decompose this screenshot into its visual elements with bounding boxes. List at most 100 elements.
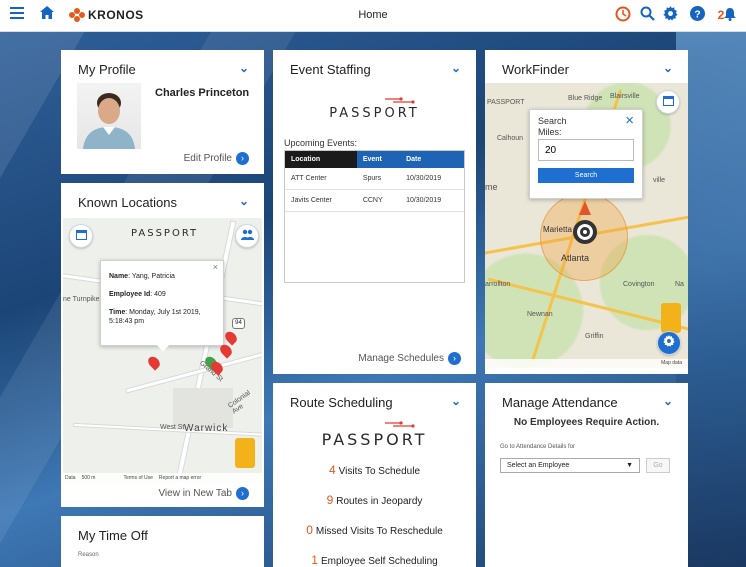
settings-button[interactable]	[657, 331, 681, 355]
close-icon[interactable]: ×	[213, 262, 218, 274]
chevron-down-icon[interactable]: ⌄	[451, 61, 461, 75]
notification-count: 2	[717, 8, 725, 22]
passport-logo-mark-icon	[385, 97, 415, 104]
manage-attendance-card: Manage Attendance ⌄ No Employees Require…	[485, 383, 688, 567]
miles-label: Miles:	[538, 127, 562, 137]
passport-logo: PASSPORT	[273, 420, 476, 449]
avatar	[77, 83, 141, 149]
map-pin[interactable]	[145, 354, 163, 371]
events-table: Location Event Date ATT Center Spurs 10/30/2…	[285, 151, 464, 212]
users-icon	[240, 229, 254, 240]
table-cell: 10/30/2019	[400, 168, 464, 190]
arrow-right-icon: ›	[236, 487, 249, 500]
popup-employee-value: 409	[154, 291, 166, 299]
map-label-blairsville: Blairsville	[610, 93, 640, 100]
passport-logo-mark-icon	[385, 421, 415, 428]
map-label-blue-ridge: Blue Ridge	[568, 95, 603, 102]
goto-attendance-label: Go to Attendance Details for	[500, 444, 576, 450]
map-label-carrollton: arrollton	[485, 281, 511, 288]
table-row[interactable]: Javits Center CCNY 10/30/2019	[285, 189, 464, 212]
events-column-header[interactable]: Event	[356, 151, 401, 168]
route-stat-item[interactable]: 1 Employee Self Scheduling	[273, 553, 476, 567]
route-stat-label: Missed Visits To Reschedule	[315, 526, 443, 537]
calendar-button[interactable]	[69, 224, 93, 248]
terms-of-use-link[interactable]: Terms of Use	[123, 475, 152, 481]
report-map-error-link[interactable]: Report a map error	[159, 475, 201, 481]
kronos-logo-icon	[69, 8, 85, 22]
arrow-right-icon: ›	[236, 152, 249, 165]
view-in-new-tab-label: View in New Tab	[158, 488, 232, 500]
target-icon[interactable]	[573, 220, 597, 244]
kronos-logo[interactable]: KRONOS	[69, 8, 144, 22]
chevron-down-icon[interactable]: ⌄	[451, 394, 461, 408]
street-view-pegman-icon[interactable]	[661, 303, 681, 333]
brand-name: KRONOS	[88, 8, 144, 22]
route-stat-count: 0	[306, 523, 313, 537]
table-row[interactable]: ATT Center Spurs 10/30/2019	[285, 168, 464, 190]
events-column-header[interactable]: Date	[400, 151, 464, 168]
route-stat-count: 9	[326, 493, 334, 507]
notifications-button[interactable]: 2	[713, 6, 741, 24]
location-marker-icon	[579, 201, 591, 215]
table-cell: ATT Center	[285, 168, 357, 190]
manage-schedules-label: Manage Schedules	[358, 353, 444, 365]
group-button[interactable]	[235, 224, 259, 248]
attendance-message: No Employees Require Action.	[513, 417, 660, 428]
search-button[interactable]: Search	[538, 168, 634, 183]
map-label-passport: PASSPORT	[487, 99, 525, 106]
route-stat-item[interactable]: 4 Visits To Schedule	[273, 463, 476, 493]
map-label-west-st: West St	[160, 424, 185, 431]
edit-profile-label: Edit Profile	[183, 153, 232, 165]
route-shield: 94	[232, 318, 245, 329]
my-time-off-title: My Time Off	[78, 528, 148, 543]
profile-name: Charles Princeton	[155, 87, 250, 99]
caret-down-icon: ▼	[626, 462, 633, 469]
chevron-down-icon[interactable]: ⌄	[663, 394, 673, 408]
street-view-pegman-icon[interactable]	[235, 438, 255, 468]
route-stat-label: Employee Self Scheduling	[320, 556, 438, 567]
upcoming-events-label: Upcoming Events:	[284, 138, 358, 148]
page-title: Home	[358, 9, 388, 21]
reason-label: Reason	[78, 552, 99, 558]
map-label-covington: Covington	[623, 281, 655, 288]
clock-alert-icon[interactable]	[614, 6, 632, 24]
route-stat-label: Visits To Schedule	[338, 466, 421, 477]
map-pin[interactable]	[222, 329, 240, 346]
home-icon[interactable]	[38, 6, 56, 24]
edit-profile-link[interactable]: Edit Profile ›	[184, 152, 249, 165]
employee-select-value: Select an Employee	[507, 462, 570, 469]
chevron-down-icon[interactable]: ⌄	[239, 61, 249, 75]
map-label-marietta: Marietta	[543, 225, 572, 234]
top-bar: KRONOS Home ? 2	[0, 0, 746, 32]
manage-schedules-link[interactable]: Manage Schedules ›	[358, 352, 461, 365]
calendar-icon	[75, 230, 87, 240]
map-data-label: Map data	[661, 360, 682, 366]
route-stat-item[interactable]: 9 Routes in Jeopardy	[273, 493, 476, 523]
go-button[interactable]: Go	[646, 458, 670, 473]
known-locations-map[interactable]: PASSPORT × Name: Yang, Patricia Employee…	[63, 218, 262, 483]
close-icon[interactable]: ×	[625, 112, 634, 129]
gear-icon[interactable]	[661, 6, 679, 24]
chevron-down-icon[interactable]: ⌄	[663, 61, 673, 75]
map-attribution: Data 500 m Terms of Use Report a map err…	[63, 473, 262, 483]
menu-icon[interactable]	[8, 6, 26, 24]
help-icon[interactable]: ?	[688, 6, 706, 24]
calendar-button[interactable]	[656, 90, 680, 114]
known-locations-card: Known Locations ⌄ PASSPORT × Name: Yang,…	[61, 183, 264, 507]
passport-logo: PASSPORT	[131, 228, 199, 239]
events-column-header[interactable]: Location	[285, 151, 357, 168]
calendar-icon	[662, 96, 674, 106]
search-icon[interactable]	[638, 6, 656, 24]
view-in-new-tab-link[interactable]: View in New Tab ›	[158, 487, 249, 500]
employee-select[interactable]: Select an Employee ▼	[500, 458, 640, 473]
miles-input[interactable]	[538, 139, 634, 161]
workfinder-map[interactable]: PASSPORT Blue Ridge Blairsville Calhoun …	[485, 83, 688, 368]
map-scrollbar[interactable]: Map data	[485, 359, 688, 368]
my-profile-card: My Profile ⌄ Charles Princeton Edit Prof…	[61, 50, 264, 174]
table-cell: 10/30/2019	[400, 189, 464, 212]
events-table-container: Location Event Date ATT Center Spurs 10/30/2…	[284, 150, 465, 283]
chevron-down-icon[interactable]: ⌄	[239, 194, 249, 208]
route-stat-item[interactable]: 0 Missed Visits To Reschedule	[273, 523, 476, 553]
popup-pointer	[157, 345, 169, 352]
map-label-griffin: Griffin	[585, 333, 604, 340]
